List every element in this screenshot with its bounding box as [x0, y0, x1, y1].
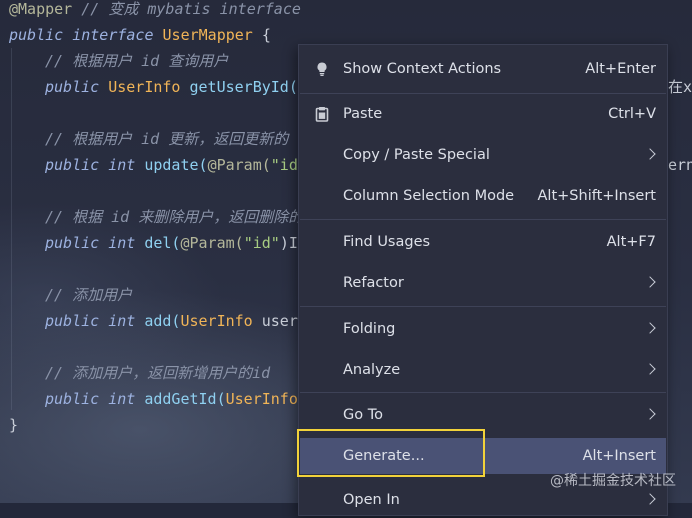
menu-item-label: Analyze — [343, 362, 401, 378]
chevron-right-icon — [644, 408, 656, 420]
clipboard-icon — [315, 107, 329, 122]
code-token: UserMapper — [162, 26, 253, 44]
code-line: public UserInfo getUserById( — [0, 75, 298, 99]
chevron-right-icon — [644, 148, 656, 160]
menu-item-shortcut: Alt+Enter — [585, 61, 656, 77]
menu-item-shortcut: Ctrl+V — [608, 106, 656, 122]
menu-separator — [300, 93, 666, 94]
code-line: // 根据 id 来删除用户，返回删除的 — [0, 205, 303, 229]
code-token: } — [9, 416, 19, 434]
menu-item-label: Go To — [343, 407, 383, 423]
menu-item-label: Find Usages — [343, 234, 431, 250]
menu-item-go-to[interactable]: Go To — [300, 397, 666, 433]
chevron-right-icon — [644, 322, 656, 334]
code-token: user — [261, 312, 298, 330]
code-token: { — [252, 26, 271, 44]
code-token: int — [108, 312, 145, 330]
code-token: // 添加用户 — [45, 286, 133, 304]
menu-item-shortcut: Alt+F7 — [606, 234, 656, 250]
code-token: int — [108, 234, 145, 252]
menu-item-show-context-actions[interactable]: Show Context Actions Alt+Enter — [300, 51, 666, 87]
menu-separator — [300, 392, 666, 393]
code-overflow-text: 在x — [668, 78, 692, 96]
menu-item-paste[interactable]: Paste Ctrl+V — [300, 96, 666, 132]
code-token: int — [108, 156, 145, 174]
code-line: public interface UserMapper { — [0, 23, 271, 47]
menu-item-label: Copy / Paste Special — [343, 147, 490, 163]
code-token: getUserById( — [189, 78, 298, 96]
code-token: "id — [270, 156, 298, 174]
code-token: @Param( — [207, 156, 271, 174]
menu-item-label: Refactor — [343, 275, 404, 291]
menu-separator — [300, 219, 666, 220]
code-line: public int update(@Param("id — [0, 153, 298, 177]
lightbulb-icon — [317, 62, 327, 76]
code-token: // 根据 id 来删除用户，返回删除的 — [45, 208, 304, 226]
code-line: public int add(UserInfo user — [0, 309, 298, 333]
code-token: @Mapper — [9, 0, 73, 18]
code-token: public — [45, 78, 109, 96]
code-token: // 变成 mybatis interface — [72, 0, 301, 18]
menu-item-label: Show Context Actions — [343, 61, 502, 77]
code-token: // 根据用户 id 更新，返回更新的 — [45, 130, 289, 148]
menu-item-copy-paste-special[interactable]: Copy / Paste Special — [300, 137, 666, 173]
code-token: "id" — [243, 234, 280, 252]
code-token: UserInfo — [225, 390, 298, 408]
chevron-right-icon — [644, 276, 656, 288]
code-token: public — [45, 234, 109, 252]
code-line: // 添加用户 — [0, 283, 132, 307]
menu-item-label: Folding — [343, 321, 396, 337]
highlight-box — [297, 429, 485, 477]
menu-item-shortcut: Alt+Insert — [582, 448, 656, 464]
menu-item-label: Open In — [343, 492, 400, 508]
code-token: add( — [144, 312, 181, 330]
code-line: public int addGetId(UserInfo — [0, 387, 298, 411]
watermark: @稀土掘金技术社区 — [550, 473, 676, 489]
code-token: public — [9, 26, 73, 44]
code-token: public — [45, 390, 109, 408]
code-line: // 根据用户 id 查询用户 — [0, 49, 228, 73]
menu-item-column-selection-mode[interactable]: Column Selection Mode Alt+Shift+Insert — [300, 178, 666, 214]
code-line: // 添加用户，返回新增用户的id — [0, 361, 270, 385]
code-token: // 根据用户 id 查询用户 — [45, 52, 229, 70]
menu-item-refactor[interactable]: Refactor — [300, 265, 666, 301]
menu-item-label: Column Selection Mode — [343, 188, 515, 204]
chevron-right-icon — [644, 363, 656, 375]
code-line: } — [0, 413, 18, 437]
code-overflow-text: ern — [668, 156, 692, 174]
code-token: UserInfo — [180, 312, 262, 330]
code-token: @Param( — [180, 234, 244, 252]
code-token: del( — [144, 234, 181, 252]
menu-item-label: Paste — [343, 106, 383, 122]
code-token: addGetId( — [144, 390, 226, 408]
code-line: public int del(@Param("id")I — [0, 231, 298, 255]
menu-separator — [300, 306, 666, 307]
menu-item-folding[interactable]: Folding — [300, 311, 666, 347]
menu-item-shortcut: Alt+Shift+Insert — [537, 188, 656, 204]
code-token: int — [108, 390, 145, 408]
code-line: @Mapper // 变成 mybatis interface — [0, 0, 301, 21]
code-token: )I — [279, 234, 298, 252]
menu-item-analyze[interactable]: Analyze — [300, 352, 666, 388]
code-token: UserInfo — [108, 78, 190, 96]
code-token: update( — [144, 156, 208, 174]
code-token: public — [45, 312, 109, 330]
code-token: // 添加用户，返回新增用户的id — [45, 364, 271, 382]
code-line: // 根据用户 id 更新，返回更新的 — [0, 127, 288, 151]
code-token: interface — [72, 26, 163, 44]
code-token: public — [45, 156, 109, 174]
menu-item-find-usages[interactable]: Find Usages Alt+F7 — [300, 224, 666, 260]
